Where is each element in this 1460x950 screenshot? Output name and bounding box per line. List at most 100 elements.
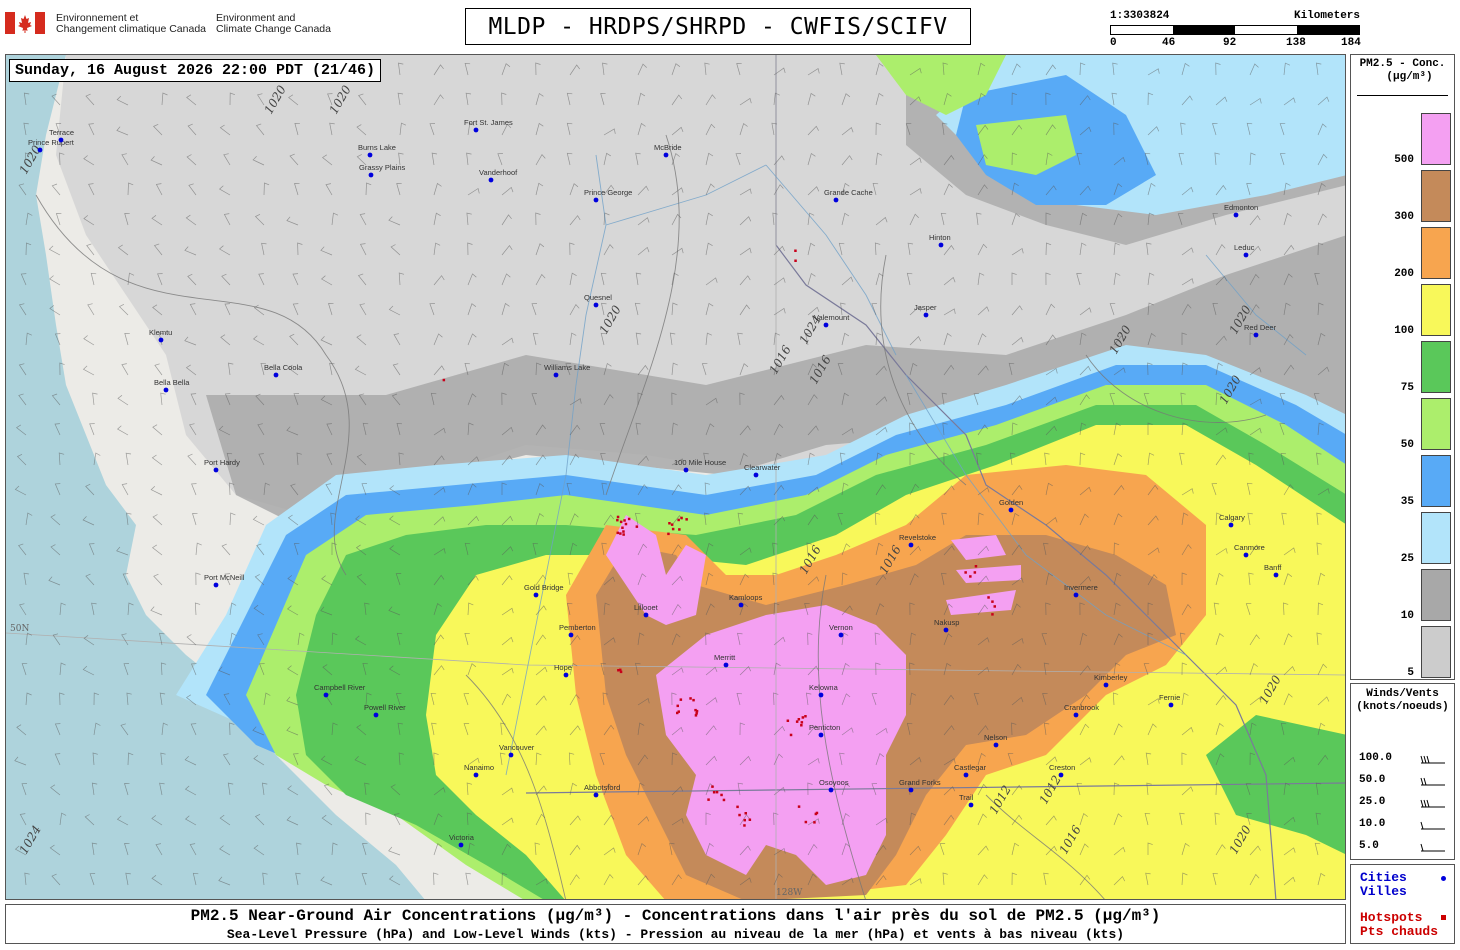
city-marker[interactable] bbox=[473, 127, 479, 133]
city-marker[interactable] bbox=[1243, 552, 1249, 558]
city-marker[interactable] bbox=[568, 632, 574, 638]
hotspot-marker bbox=[738, 813, 741, 817]
legend-swatch bbox=[1421, 284, 1451, 336]
city-marker[interactable] bbox=[508, 752, 514, 758]
city-marker[interactable] bbox=[58, 137, 64, 143]
city-label: Leduc bbox=[1234, 243, 1255, 252]
scale-tick: 0 bbox=[1110, 37, 1117, 49]
city-marker[interactable] bbox=[323, 692, 329, 698]
hotspot-marker bbox=[621, 526, 624, 529]
city-marker[interactable] bbox=[473, 772, 479, 778]
city-marker[interactable] bbox=[367, 152, 373, 158]
hotspot-marker bbox=[987, 596, 990, 599]
city-marker[interactable] bbox=[818, 692, 824, 698]
city-marker[interactable] bbox=[1103, 682, 1109, 688]
city-marker[interactable] bbox=[683, 467, 689, 473]
city-label: Penticton bbox=[809, 723, 840, 732]
city-marker[interactable] bbox=[458, 842, 464, 848]
city-marker[interactable] bbox=[593, 197, 599, 203]
city-marker[interactable] bbox=[938, 242, 944, 248]
city-marker[interactable] bbox=[643, 612, 649, 618]
city-marker[interactable] bbox=[923, 312, 929, 318]
hotspot-marker bbox=[814, 812, 818, 816]
city-marker[interactable] bbox=[273, 372, 279, 378]
city-marker[interactable] bbox=[1243, 252, 1249, 258]
city-marker[interactable] bbox=[488, 177, 494, 183]
city-marker[interactable] bbox=[373, 712, 379, 718]
hotspots-label-fr: Pts chauds bbox=[1360, 924, 1439, 939]
hotspot-marker bbox=[800, 724, 803, 727]
city-marker[interactable] bbox=[818, 732, 824, 738]
city-marker[interactable] bbox=[1273, 572, 1279, 578]
city-label: Kamloops bbox=[729, 593, 763, 602]
city-label: Vancouver bbox=[499, 743, 535, 752]
city-marker[interactable] bbox=[368, 172, 374, 178]
city-marker[interactable] bbox=[993, 742, 999, 748]
scale-units: Kilometers bbox=[1293, 10, 1360, 22]
city-marker[interactable] bbox=[908, 787, 914, 793]
city-label: Valemount bbox=[814, 313, 850, 322]
city-marker[interactable] bbox=[663, 152, 669, 158]
hotspot-marker bbox=[692, 698, 695, 702]
city-label: Fernie bbox=[1159, 693, 1180, 702]
city-marker[interactable] bbox=[1168, 702, 1174, 708]
city-marker[interactable] bbox=[158, 337, 164, 343]
hotspot-marker bbox=[679, 698, 683, 701]
city-marker[interactable] bbox=[563, 672, 569, 678]
city-marker[interactable] bbox=[593, 302, 599, 308]
city-marker[interactable] bbox=[1228, 522, 1234, 528]
city-marker[interactable] bbox=[533, 592, 539, 598]
city-marker[interactable] bbox=[1253, 332, 1259, 338]
city-marker[interactable] bbox=[1008, 507, 1014, 513]
city-marker[interactable] bbox=[213, 582, 219, 588]
hotspot-square-icon bbox=[1441, 915, 1446, 920]
city-label: 100 Mile House bbox=[674, 458, 726, 467]
hotspot-marker bbox=[680, 516, 683, 520]
city-marker[interactable] bbox=[37, 147, 43, 153]
map-title: MLDP - HRDPS/SHRPD - CWFIS/SCIFV bbox=[465, 8, 971, 45]
hotspot-marker bbox=[736, 805, 739, 809]
hotspot-marker bbox=[668, 522, 671, 525]
hotspot-marker bbox=[676, 711, 679, 715]
city-label: Terrace bbox=[49, 128, 74, 137]
wind-barb-icon bbox=[1420, 799, 1445, 808]
city-label: Trail bbox=[959, 793, 974, 802]
city-marker[interactable] bbox=[553, 372, 559, 378]
hotspot-marker bbox=[627, 517, 631, 521]
legend-title-line2: (μg/m³) bbox=[1386, 71, 1433, 83]
city-marker[interactable] bbox=[1073, 592, 1079, 598]
cities-label-fr: Villes bbox=[1360, 884, 1407, 899]
city-marker[interactable] bbox=[838, 632, 844, 638]
scale-ratio: 1:3303824 bbox=[1110, 10, 1170, 22]
city-marker[interactable] bbox=[833, 197, 839, 203]
city-label: Banff bbox=[1264, 563, 1282, 572]
city-label: Lillooet bbox=[634, 603, 659, 612]
hotspot-marker bbox=[973, 571, 977, 574]
city-marker[interactable] bbox=[1058, 772, 1064, 778]
city-marker[interactable] bbox=[908, 542, 914, 548]
city-label: McBride bbox=[654, 143, 682, 152]
city-marker[interactable] bbox=[593, 792, 599, 798]
city-label: Hope bbox=[554, 663, 572, 672]
map-panel[interactable]: 1020 1020 1020 1020 1024 1016 1016 1016 1016 1012… bbox=[5, 54, 1346, 900]
city-marker[interactable] bbox=[828, 787, 834, 793]
city-marker[interactable] bbox=[1233, 212, 1239, 218]
city-label: Prince Rupert bbox=[28, 138, 75, 147]
city-label: Castlegar bbox=[954, 763, 987, 772]
scale-bar: 1:3303824 Kilometers 0 46 92 138 184 bbox=[1110, 10, 1361, 50]
city-marker[interactable] bbox=[963, 772, 969, 778]
wind-barb-icon bbox=[1420, 755, 1445, 764]
city-marker[interactable] bbox=[163, 387, 169, 393]
hotspot-marker bbox=[786, 719, 790, 722]
city-label: Kelowna bbox=[809, 683, 839, 692]
city-marker[interactable] bbox=[723, 662, 729, 668]
city-marker[interactable] bbox=[1073, 712, 1079, 718]
city-marker[interactable] bbox=[823, 322, 829, 328]
city-marker[interactable] bbox=[738, 602, 744, 608]
city-marker[interactable] bbox=[213, 467, 219, 473]
pm25-map[interactable]: 1020 102010201020 10241016 10161016 10161012… bbox=[6, 55, 1346, 900]
hotspot-marker bbox=[635, 525, 639, 528]
city-marker[interactable] bbox=[968, 802, 974, 808]
city-marker[interactable] bbox=[943, 627, 949, 633]
city-marker[interactable] bbox=[753, 472, 759, 478]
